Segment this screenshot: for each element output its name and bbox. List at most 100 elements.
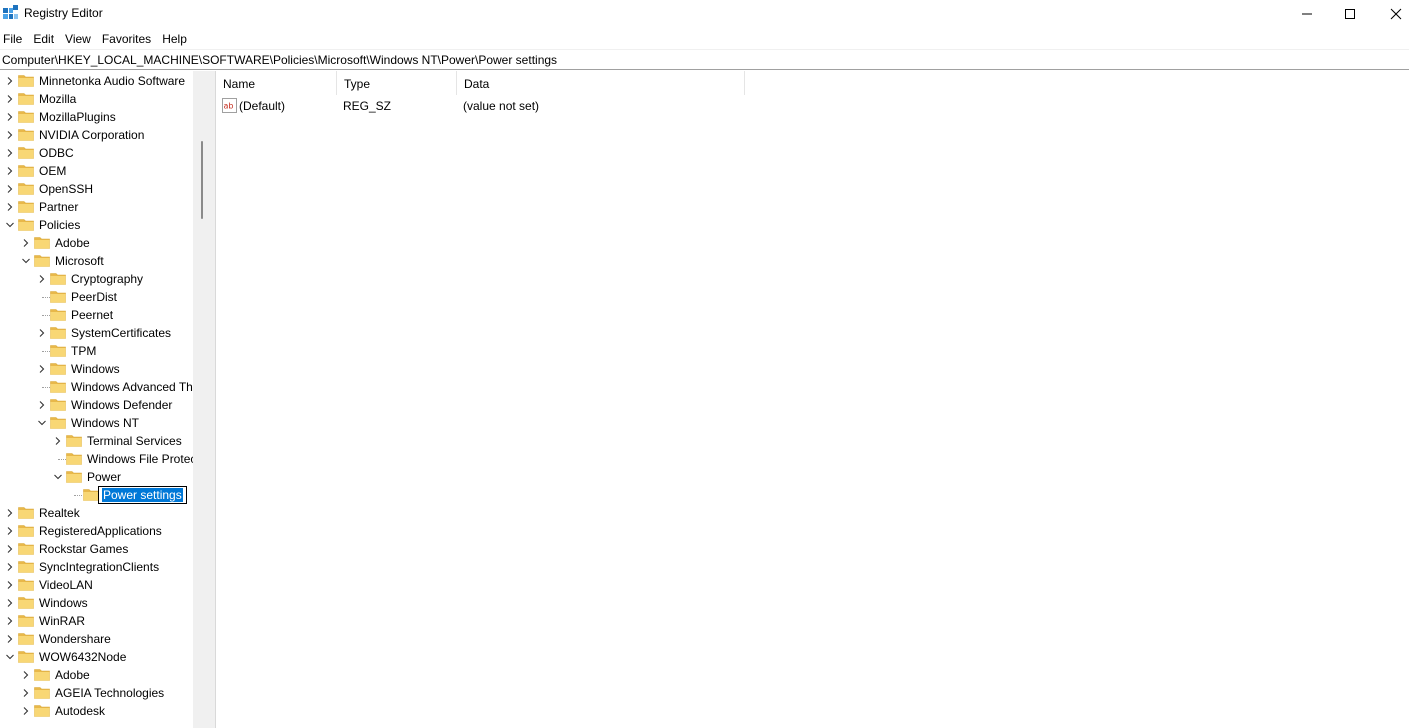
tree-item[interactable]: WinRAR: [0, 612, 193, 630]
tree-item[interactable]: TPM: [0, 342, 193, 360]
tree-item[interactable]: VideoLAN: [0, 576, 193, 594]
chevron-right-icon[interactable]: [6, 167, 14, 175]
tree-item[interactable]: MozillaPlugins: [0, 108, 193, 126]
chevron-right-icon[interactable]: [38, 401, 46, 409]
folder-icon: [50, 291, 66, 303]
tree-scrollbar[interactable]: [193, 71, 210, 728]
tree-item[interactable]: Power: [0, 468, 193, 486]
tree-item[interactable]: Windows File Protecti: [0, 450, 193, 468]
folder-icon: [18, 579, 34, 591]
chevron-right-icon[interactable]: [6, 527, 14, 535]
tree-item[interactable]: Adobe: [0, 234, 193, 252]
tree-item-label: SystemCertificates: [71, 326, 172, 340]
tree-item[interactable]: RegisteredApplications: [0, 522, 193, 540]
tree-item[interactable]: Terminal Services: [0, 432, 193, 450]
column-header-type[interactable]: Type: [337, 71, 457, 95]
column-header-data[interactable]: Data: [457, 71, 745, 95]
chevron-right-icon[interactable]: [22, 671, 30, 679]
tree-item[interactable]: WOW6432Node: [0, 648, 193, 666]
chevron-right-icon[interactable]: [22, 707, 30, 715]
close-button[interactable]: [1373, 0, 1409, 28]
tree-item[interactable]: OEM: [0, 162, 193, 180]
chevron-right-icon[interactable]: [6, 149, 14, 157]
chevron-right-icon[interactable]: [6, 617, 14, 625]
rename-key-input[interactable]: Power settings: [98, 486, 187, 504]
folder-icon: [18, 111, 34, 123]
tree-item[interactable]: NVIDIA Corporation: [0, 126, 193, 144]
folder-icon: [18, 201, 34, 213]
chevron-right-icon[interactable]: [38, 365, 46, 373]
value-row[interactable]: ab (Default) REG_SZ (value not set): [216, 96, 916, 116]
tree-item[interactable]: Policies: [0, 216, 193, 234]
chevron-right-icon[interactable]: [54, 437, 62, 445]
tree-item[interactable]: Windows: [0, 594, 193, 612]
tree-item[interactable]: Windows NT: [0, 414, 193, 432]
column-header-name[interactable]: Name: [216, 71, 337, 95]
tree-item[interactable]: Realtek: [0, 504, 193, 522]
menu-help[interactable]: Help: [160, 29, 193, 49]
tree-connector: [42, 315, 50, 316]
chevron-right-icon[interactable]: [6, 599, 14, 607]
tree-item[interactable]: Rockstar Games: [0, 540, 193, 558]
window-title: Registry Editor: [24, 6, 103, 20]
tree-item[interactable]: OpenSSH: [0, 180, 193, 198]
tree-item[interactable]: Cryptography: [0, 270, 193, 288]
tree-item[interactable]: SystemCertificates: [0, 324, 193, 342]
tree-item[interactable]: Adobe: [0, 666, 193, 684]
folder-icon: [50, 309, 66, 321]
tree-item[interactable]: SyncIntegrationClients: [0, 558, 193, 576]
chevron-right-icon[interactable]: [6, 203, 14, 211]
menu-edit[interactable]: Edit: [31, 29, 60, 49]
chevron-down-icon[interactable]: [6, 221, 14, 229]
tree-item[interactable]: Wondershare: [0, 630, 193, 648]
address-path[interactable]: Computer\HKEY_LOCAL_MACHINE\SOFTWARE\Pol…: [2, 53, 557, 67]
chevron-down-icon[interactable]: [6, 653, 14, 661]
chevron-right-icon[interactable]: [6, 581, 14, 589]
chevron-down-icon[interactable]: [22, 257, 30, 265]
tree-item[interactable]: AGEIA Technologies: [0, 684, 193, 702]
chevron-right-icon[interactable]: [6, 509, 14, 517]
maximize-button[interactable]: [1327, 0, 1373, 28]
chevron-right-icon[interactable]: [6, 131, 14, 139]
menu-file[interactable]: File: [0, 29, 28, 49]
chevron-right-icon[interactable]: [22, 239, 30, 247]
chevron-right-icon[interactable]: [38, 329, 46, 337]
tree-item[interactable]: Windows Defender: [0, 396, 193, 414]
tree-item[interactable]: Partner: [0, 198, 193, 216]
chevron-down-icon[interactable]: [54, 473, 62, 481]
registry-key-tree[interactable]: Minnetonka Audio Software Mozilla MozillaP…: [0, 71, 193, 728]
chevron-right-icon[interactable]: [6, 113, 14, 121]
tree-item[interactable]: ODBC: [0, 144, 193, 162]
chevron-right-icon[interactable]: [6, 77, 14, 85]
folder-icon: [50, 345, 66, 357]
tree-item[interactable]: PeerDist: [0, 288, 193, 306]
maximize-icon: [1345, 9, 1355, 19]
folder-icon: [18, 633, 34, 645]
menu-view[interactable]: View: [63, 29, 97, 49]
folder-icon: [18, 651, 34, 663]
chevron-right-icon[interactable]: [6, 545, 14, 553]
chevron-down-icon[interactable]: [38, 419, 46, 427]
chevron-right-icon[interactable]: [6, 185, 14, 193]
folder-icon: [18, 561, 34, 573]
tree-item[interactable]: Power settings: [0, 486, 193, 504]
chevron-right-icon[interactable]: [22, 689, 30, 697]
chevron-right-icon[interactable]: [6, 563, 14, 571]
tree-item[interactable]: Peernet: [0, 306, 193, 324]
chevron-right-icon[interactable]: [6, 95, 14, 103]
tree-item[interactable]: Windows: [0, 360, 193, 378]
folder-icon: [34, 237, 50, 249]
folder-icon: [34, 669, 50, 681]
tree-item[interactable]: Minnetonka Audio Software: [0, 72, 193, 90]
chevron-right-icon[interactable]: [6, 635, 14, 643]
tree-item[interactable]: Autodesk: [0, 702, 193, 720]
menu-favorites[interactable]: Favorites: [100, 29, 157, 49]
tree-scrollbar-thumb[interactable]: [201, 141, 203, 219]
tree-item[interactable]: Mozilla: [0, 90, 193, 108]
tree-item[interactable]: Microsoft: [0, 252, 193, 270]
values-list[interactable]: Name Type Data ab (Default) REG_SZ (valu…: [216, 71, 1409, 728]
minimize-button[interactable]: [1284, 0, 1330, 28]
tree-item[interactable]: Windows Advanced Thre: [0, 378, 193, 396]
address-bar[interactable]: Computer\HKEY_LOCAL_MACHINE\SOFTWARE\Pol…: [0, 49, 1409, 70]
chevron-right-icon[interactable]: [38, 275, 46, 283]
